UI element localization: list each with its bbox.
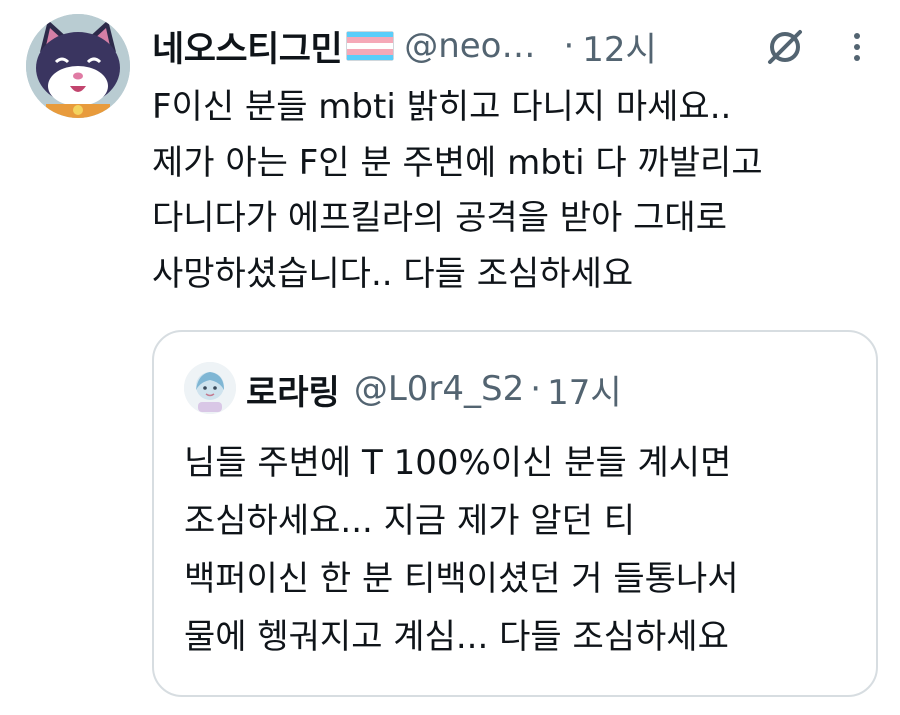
quote-text-line: 백퍼이신 한 분 티백이셨던 거 들통나서: [184, 559, 739, 599]
quote-display-name[interactable]: 로라링: [246, 365, 340, 414]
user-avatar[interactable]: [26, 14, 130, 118]
tweet[interactable]: 네오스티그민 @neo… · 12시 F이신 분들 mbti 밝히고 다니지 마…: [0, 0, 900, 715]
tweet-text-line: 사망하셨습니다.. 다들 조심하세요: [152, 253, 634, 294]
quote-text: 님들 주변에 T 100%이신 분들 계시면 조심하세요... 지금 제가 알던…: [184, 434, 854, 666]
cat-avatar-icon: [26, 14, 130, 118]
quote-text-line: 조심하세요... 지금 제가 알던 티: [184, 501, 636, 541]
quote-text-line: 님들 주변에 T 100%이신 분들 계시면: [184, 443, 732, 483]
tweet-text-line: 다니다가 에프킬라의 공격을 받아 그대로: [152, 198, 727, 238]
tweet-time[interactable]: 12시: [582, 22, 657, 71]
more-vertical-icon[interactable]: [842, 24, 872, 70]
tweet-header: 네오스티그민 @neo… · 12시: [152, 20, 657, 72]
quote-separator-dot: ·: [530, 369, 542, 409]
quote-user-handle[interactable]: @L0r4_S2: [354, 369, 524, 409]
tweet-text: F이신 분들 mbti 밝히고 다니지 마세요.. 제가 아는 F인 분 주변에…: [152, 80, 872, 302]
quote-user-avatar[interactable]: [184, 362, 236, 414]
separator-dot: ·: [563, 26, 575, 66]
transgender-flag-icon: [346, 31, 395, 61]
quote-text-line: 물에 헹궈지고 계심... 다들 조심하세요: [184, 617, 729, 657]
quoted-tweet-card[interactable]: 로라링 @L0r4_S2 · 17시 님들 주변에 T 100%이신 분들 계시…: [152, 330, 878, 697]
tweet-text-line: F이신 분들 mbti 밝히고 다니지 마세요..: [152, 87, 732, 127]
tweet-text-line: 제가 아는 F인 분 주변에 mbti 다 까발리고: [152, 142, 763, 183]
ban-icon[interactable]: [762, 24, 808, 70]
display-name[interactable]: 네오스티그민: [152, 21, 343, 72]
quote-time[interactable]: 17시: [547, 365, 622, 414]
quote-header: 로라링 @L0r4_S2 · 17시: [246, 362, 622, 416]
quote-avatar-icon: [184, 362, 236, 414]
user-handle[interactable]: @neo…: [404, 26, 535, 66]
